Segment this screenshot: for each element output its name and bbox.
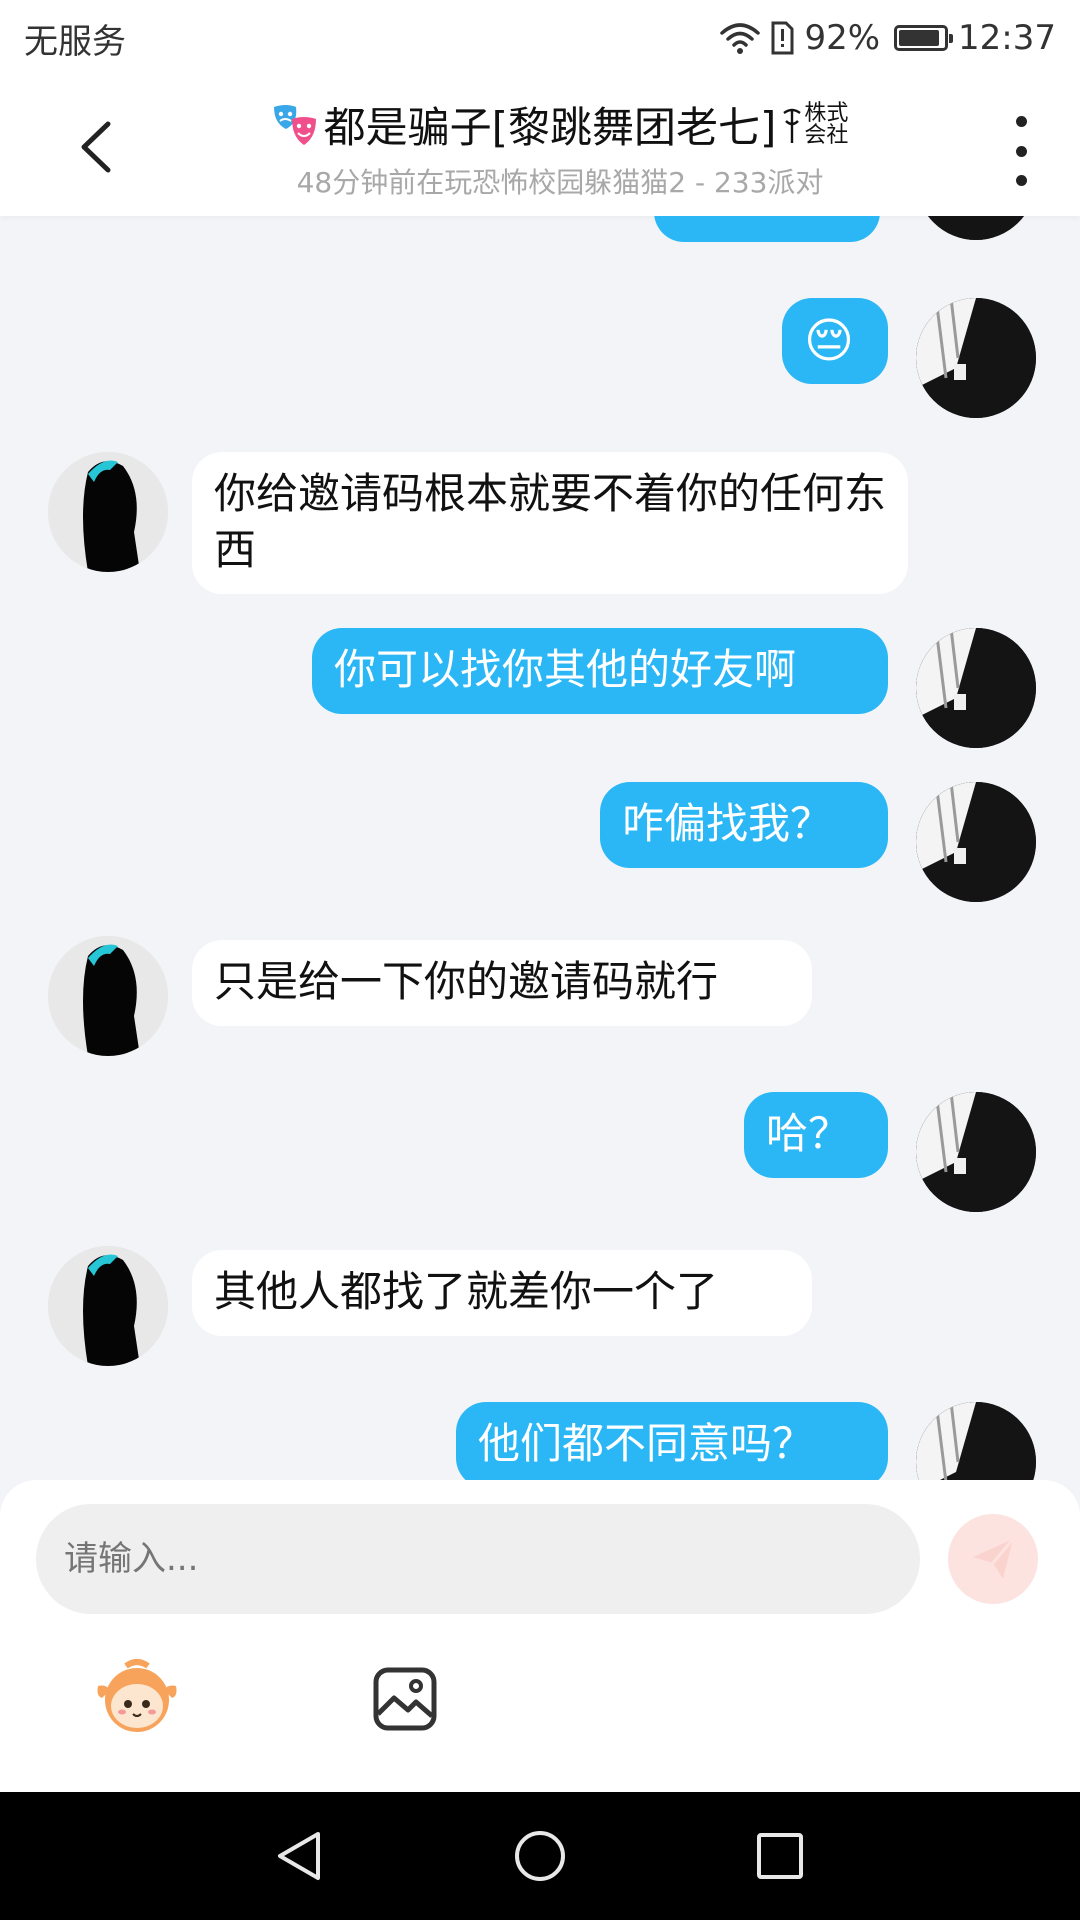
message-bubble[interactable]: 哈？ bbox=[744, 1092, 888, 1178]
composer-panel bbox=[0, 1480, 1080, 1792]
my-avatar[interactable] bbox=[916, 1092, 1036, 1212]
message-text: 你给邀请码根本就要不着你的任何东西 bbox=[214, 469, 887, 574]
avatar-image bbox=[916, 1092, 1036, 1212]
message-bubble[interactable]: 咋偏找我？ bbox=[600, 782, 888, 868]
activity-status: 48分钟前在玩恐怖校园躲猫猫2 - 233派对 bbox=[296, 166, 824, 199]
message-text: 😔 bbox=[804, 313, 855, 369]
battery-fill bbox=[899, 30, 940, 46]
back-button[interactable] bbox=[66, 112, 126, 182]
my-avatar[interactable] bbox=[916, 298, 1036, 418]
send-button[interactable] bbox=[948, 1514, 1038, 1604]
chat-messages[interactable]: 😔 你给邀请码根本就要不着你的任何东西 你可以找你其他的好友啊 咋偏找我？ 只是… bbox=[0, 216, 1080, 1480]
more-options-button[interactable] bbox=[1006, 116, 1036, 186]
message-text: 只是给一下你的邀请码就行 bbox=[214, 957, 719, 1006]
nav-back-button[interactable] bbox=[270, 1826, 330, 1886]
caduceus-icon bbox=[783, 108, 802, 143]
message-text: 其他人都找了就差你一个了 bbox=[214, 1267, 719, 1316]
nav-recents-button[interactable] bbox=[750, 1826, 810, 1886]
system-nav-bar bbox=[0, 1792, 1080, 1920]
wifi-icon bbox=[720, 23, 761, 54]
battery-icon bbox=[894, 25, 954, 51]
my-avatar[interactable] bbox=[916, 216, 1036, 240]
message-bubble[interactable]: 你给邀请码根本就要不着你的任何东西 bbox=[192, 452, 908, 594]
battery-percent: 92% bbox=[804, 18, 881, 58]
status-bar: 无服务 92% 12:37 bbox=[0, 0, 1080, 76]
message-text: 他们都不同意吗？ bbox=[478, 1419, 815, 1468]
message-text: 咋偏找我？ bbox=[622, 799, 833, 848]
avatar-image bbox=[916, 782, 1036, 902]
my-avatar[interactable] bbox=[916, 782, 1036, 902]
back-icon bbox=[81, 121, 111, 173]
nav-recents-icon bbox=[757, 1833, 803, 1879]
my-avatar[interactable] bbox=[916, 1402, 1036, 1480]
message-bubble-partial bbox=[654, 216, 880, 242]
contact-avatar[interactable] bbox=[48, 936, 168, 1056]
message-text: 哈？ bbox=[766, 1109, 851, 1158]
avatar-image bbox=[916, 298, 1036, 418]
avatar-image bbox=[48, 936, 168, 1056]
my-avatar[interactable] bbox=[916, 628, 1036, 748]
message-bubble[interactable]: 😔 bbox=[782, 298, 888, 384]
badge-line-2: 会社 bbox=[804, 122, 849, 148]
message-bubble[interactable]: 其他人都找了就差你一个了 bbox=[192, 1250, 812, 1336]
contact-avatar[interactable] bbox=[48, 1246, 168, 1366]
avatar-image bbox=[48, 452, 168, 572]
avatar-image bbox=[48, 1246, 168, 1366]
nav-home-icon bbox=[515, 1831, 565, 1881]
message-bubble[interactable]: 只是给一下你的邀请码就行 bbox=[192, 940, 812, 1026]
sim-alert-icon bbox=[771, 21, 794, 55]
carrier-text: 无服务 bbox=[24, 21, 126, 62]
page-title: 都是骗子[黎跳舞团老七] bbox=[323, 103, 777, 152]
send-icon bbox=[973, 1538, 1015, 1579]
nav-back-icon bbox=[278, 1832, 320, 1880]
contact-avatar[interactable] bbox=[48, 452, 168, 572]
emoji-button[interactable] bbox=[92, 1656, 182, 1736]
message-bubble[interactable]: 他们都不同意吗？ bbox=[456, 1402, 888, 1480]
more-icon bbox=[1015, 116, 1027, 127]
message-input[interactable] bbox=[36, 1504, 920, 1614]
image-icon bbox=[373, 1667, 437, 1731]
title-block[interactable]: 都是骗子[黎跳舞团老七] 株式 会社 48分钟前在玩恐怖校园躲猫猫2 - 233… bbox=[220, 94, 900, 201]
club-badge: 株式 会社 bbox=[782, 100, 849, 148]
avatar-image bbox=[916, 216, 1036, 240]
avatar-image bbox=[916, 1402, 1036, 1480]
badge-line-1: 株式 bbox=[804, 100, 849, 126]
chat-header: 都是骗子[黎跳舞团老七] 株式 会社 48分钟前在玩恐怖校园躲猫猫2 - 233… bbox=[0, 76, 1080, 216]
mask-icon bbox=[273, 104, 316, 145]
clock: 12:37 bbox=[958, 18, 1056, 58]
message-bubble[interactable]: 你可以找你其他的好友啊 bbox=[312, 628, 888, 714]
avatar-image bbox=[916, 628, 1036, 748]
message-text: 你可以找你其他的好友啊 bbox=[334, 645, 797, 694]
nav-home-button[interactable] bbox=[510, 1826, 570, 1886]
emoji-icon bbox=[97, 1659, 177, 1732]
image-button[interactable] bbox=[372, 1666, 438, 1732]
status-icons: 92% 12:37 bbox=[720, 18, 1056, 58]
